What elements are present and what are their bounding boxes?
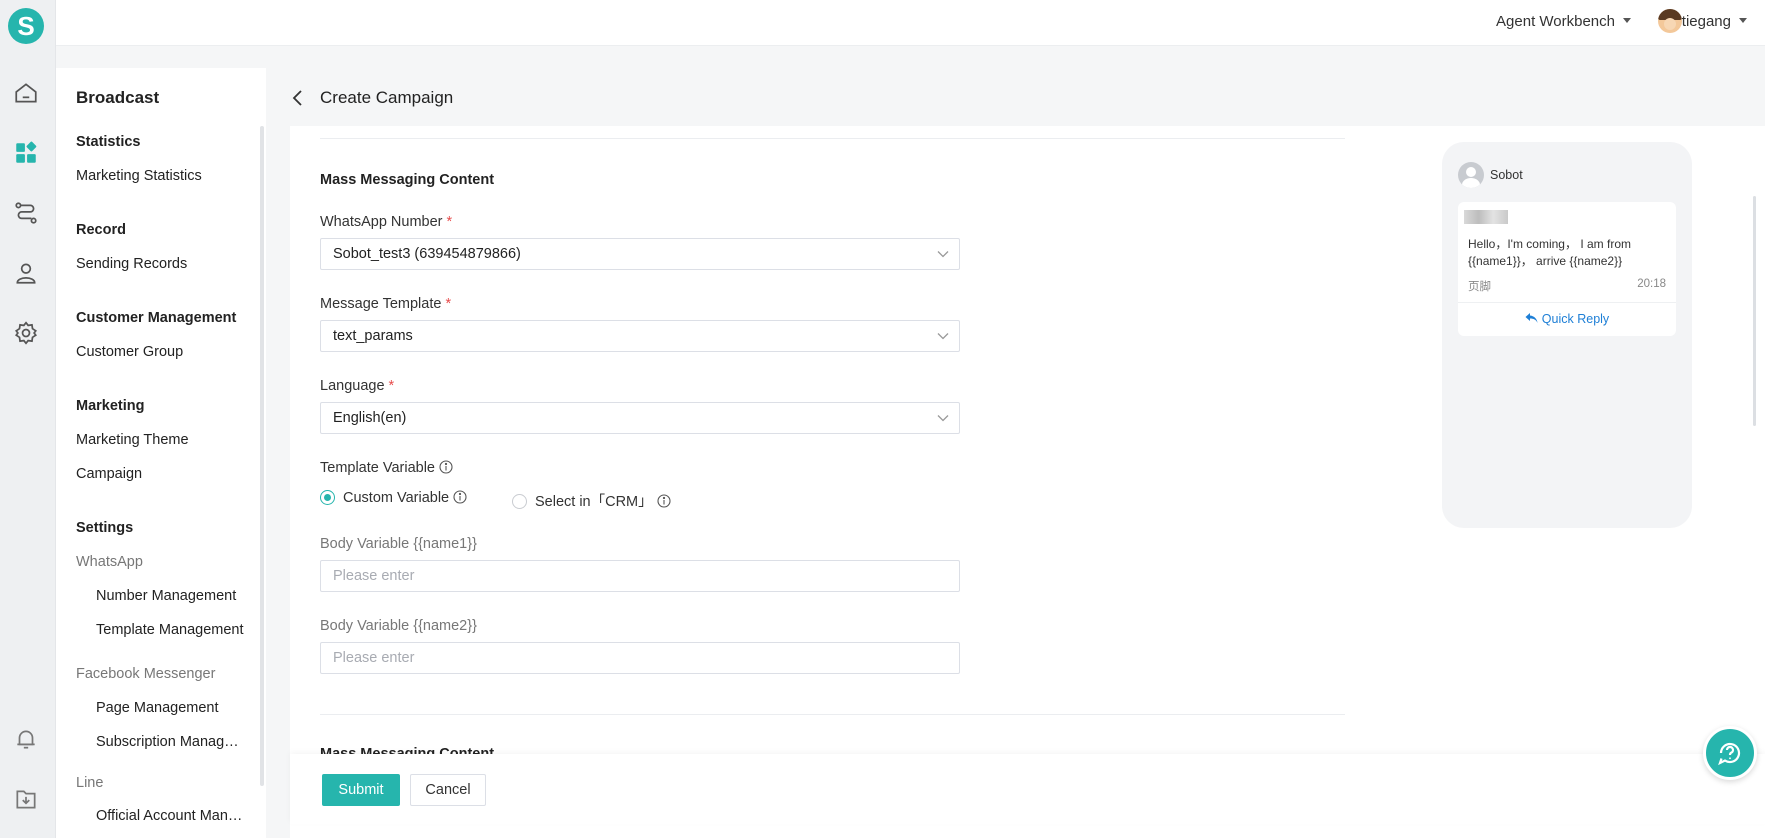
section-customer-management: Customer Management xyxy=(76,310,237,326)
preview-message-bubble: Hello，I'm coming， I am from {{name1}}， a… xyxy=(1458,202,1676,336)
preview-footer-text: 页脚 xyxy=(1468,281,1491,293)
preview-time: 20:18 xyxy=(1637,278,1666,290)
dashboard-icon[interactable] xyxy=(13,140,39,166)
divider xyxy=(320,138,1345,139)
message-template-select[interactable]: text_params xyxy=(320,320,960,352)
gear-icon[interactable] xyxy=(13,320,39,346)
info-icon[interactable] xyxy=(657,494,671,508)
preview-message-text: Hello，I'm coming， I am from {{name1}}， a… xyxy=(1468,237,1631,268)
group-whatsapp[interactable]: WhatsApp xyxy=(76,554,143,570)
form-footer: Submit Cancel xyxy=(290,754,1765,824)
chevron-down-icon xyxy=(937,415,949,422)
language-value: English(en) xyxy=(333,410,407,426)
caret-down-icon xyxy=(1623,18,1631,23)
caret-down-icon xyxy=(1739,18,1747,23)
whatsapp-number-label: WhatsApp Number * xyxy=(320,214,453,230)
agent-workbench-dropdown[interactable]: Agent Workbench xyxy=(1496,13,1631,30)
divider xyxy=(1458,302,1676,303)
sender-avatar-icon xyxy=(1458,162,1484,188)
section-record: Record xyxy=(76,222,126,238)
blurred-header-image xyxy=(1464,210,1508,224)
radio-select-in-crm[interactable]: Select in「CRM」 xyxy=(512,490,671,511)
next-section-title: Mass Messaging Content xyxy=(320,746,495,754)
help-button[interactable] xyxy=(1703,726,1757,780)
language-label: Language * xyxy=(320,378,395,394)
sidebar-item-number-management[interactable]: Number Management xyxy=(96,588,246,604)
info-icon[interactable] xyxy=(439,460,453,474)
route-icon[interactable] xyxy=(13,200,39,226)
radio-custom-variable[interactable]: Custom Variable xyxy=(320,490,467,506)
message-preview: Sobot Hello，I'm coming， I am from {{name… xyxy=(1442,142,1692,528)
avatar[interactable] xyxy=(1658,9,1682,33)
bell-icon[interactable] xyxy=(13,726,39,752)
whatsapp-number-select[interactable]: Sobot_test3 (639454879866) xyxy=(320,238,960,270)
group-facebook-messenger[interactable]: Facebook Messenger xyxy=(76,666,215,682)
body-variable-name1-label: Body Variable {{name1}} xyxy=(320,536,477,552)
workbench-label: Agent Workbench xyxy=(1496,13,1615,30)
app-logo[interactable]: S xyxy=(8,8,44,44)
sidebar-item-sending-records[interactable]: Sending Records xyxy=(76,256,187,272)
radio-dot xyxy=(512,494,527,509)
cancel-button[interactable]: Cancel xyxy=(410,774,486,806)
download-icon[interactable] xyxy=(13,786,39,812)
message-template-value: text_params xyxy=(333,328,413,344)
back-arrow-icon[interactable] xyxy=(290,88,306,108)
preview-scrollbar[interactable] xyxy=(1753,196,1756,426)
user-menu[interactable]: tiegang xyxy=(1682,13,1747,30)
sidebar-item-template-management[interactable]: Template Management xyxy=(96,622,246,638)
icon-rail: S xyxy=(0,0,56,838)
page-title: Create Campaign xyxy=(320,88,454,107)
help-question-icon xyxy=(1718,742,1741,766)
sidebar-item-subscription-management[interactable]: Subscription Management xyxy=(96,734,246,750)
sidebar-scrollbar[interactable] xyxy=(260,126,264,786)
username: tiegang xyxy=(1681,13,1731,30)
sidebar-item-campaign[interactable]: Campaign xyxy=(76,466,142,482)
chevron-down-icon xyxy=(937,333,949,340)
message-template-label: Message Template * xyxy=(320,296,452,312)
submit-button[interactable]: Submit xyxy=(322,774,400,806)
chevron-down-icon xyxy=(937,251,949,258)
sidebar-title: Broadcast xyxy=(76,88,160,107)
template-variable-label: Template Variable xyxy=(320,460,453,476)
body-variable-name2-label: Body Variable {{name2}} xyxy=(320,618,477,634)
language-select[interactable]: English(en) xyxy=(320,402,960,434)
whatsapp-number-value: Sobot_test3 (639454879866) xyxy=(333,246,521,262)
group-line[interactable]: Line xyxy=(76,775,103,791)
divider xyxy=(320,714,1345,715)
sidebar-item-official-account-management[interactable]: Official Account Management xyxy=(96,808,246,824)
top-bar: Agent Workbench tiegang xyxy=(56,0,1765,46)
info-icon[interactable] xyxy=(453,490,467,504)
body-variable-name2-input[interactable] xyxy=(320,642,960,674)
radio-dot xyxy=(320,490,335,505)
sidebar-item-marketing-statistics[interactable]: Marketing Statistics xyxy=(76,168,202,184)
sidebar-item-marketing-theme[interactable]: Marketing Theme xyxy=(76,432,189,448)
body-variable-name1-input[interactable] xyxy=(320,560,960,592)
campaign-form-card: Mass Messaging Content WhatsApp Number * … xyxy=(290,126,1765,838)
quick-reply-button[interactable]: Quick Reply xyxy=(1458,312,1676,326)
section-marketing: Marketing xyxy=(76,398,145,414)
sidebar-item-page-management[interactable]: Page Management xyxy=(96,700,246,716)
sidebar-item-customer-group[interactable]: Customer Group xyxy=(76,344,183,360)
section-title: Mass Messaging Content xyxy=(320,172,495,188)
preview-sender-name: Sobot xyxy=(1490,168,1523,182)
section-statistics: Statistics xyxy=(76,134,141,150)
broadcast-sidebar: Broadcast Statistics Marketing Statistic… xyxy=(56,68,266,838)
section-settings: Settings xyxy=(76,520,134,536)
reply-icon xyxy=(1525,313,1538,323)
contacts-icon[interactable] xyxy=(13,260,39,286)
home-icon[interactable] xyxy=(13,80,39,106)
